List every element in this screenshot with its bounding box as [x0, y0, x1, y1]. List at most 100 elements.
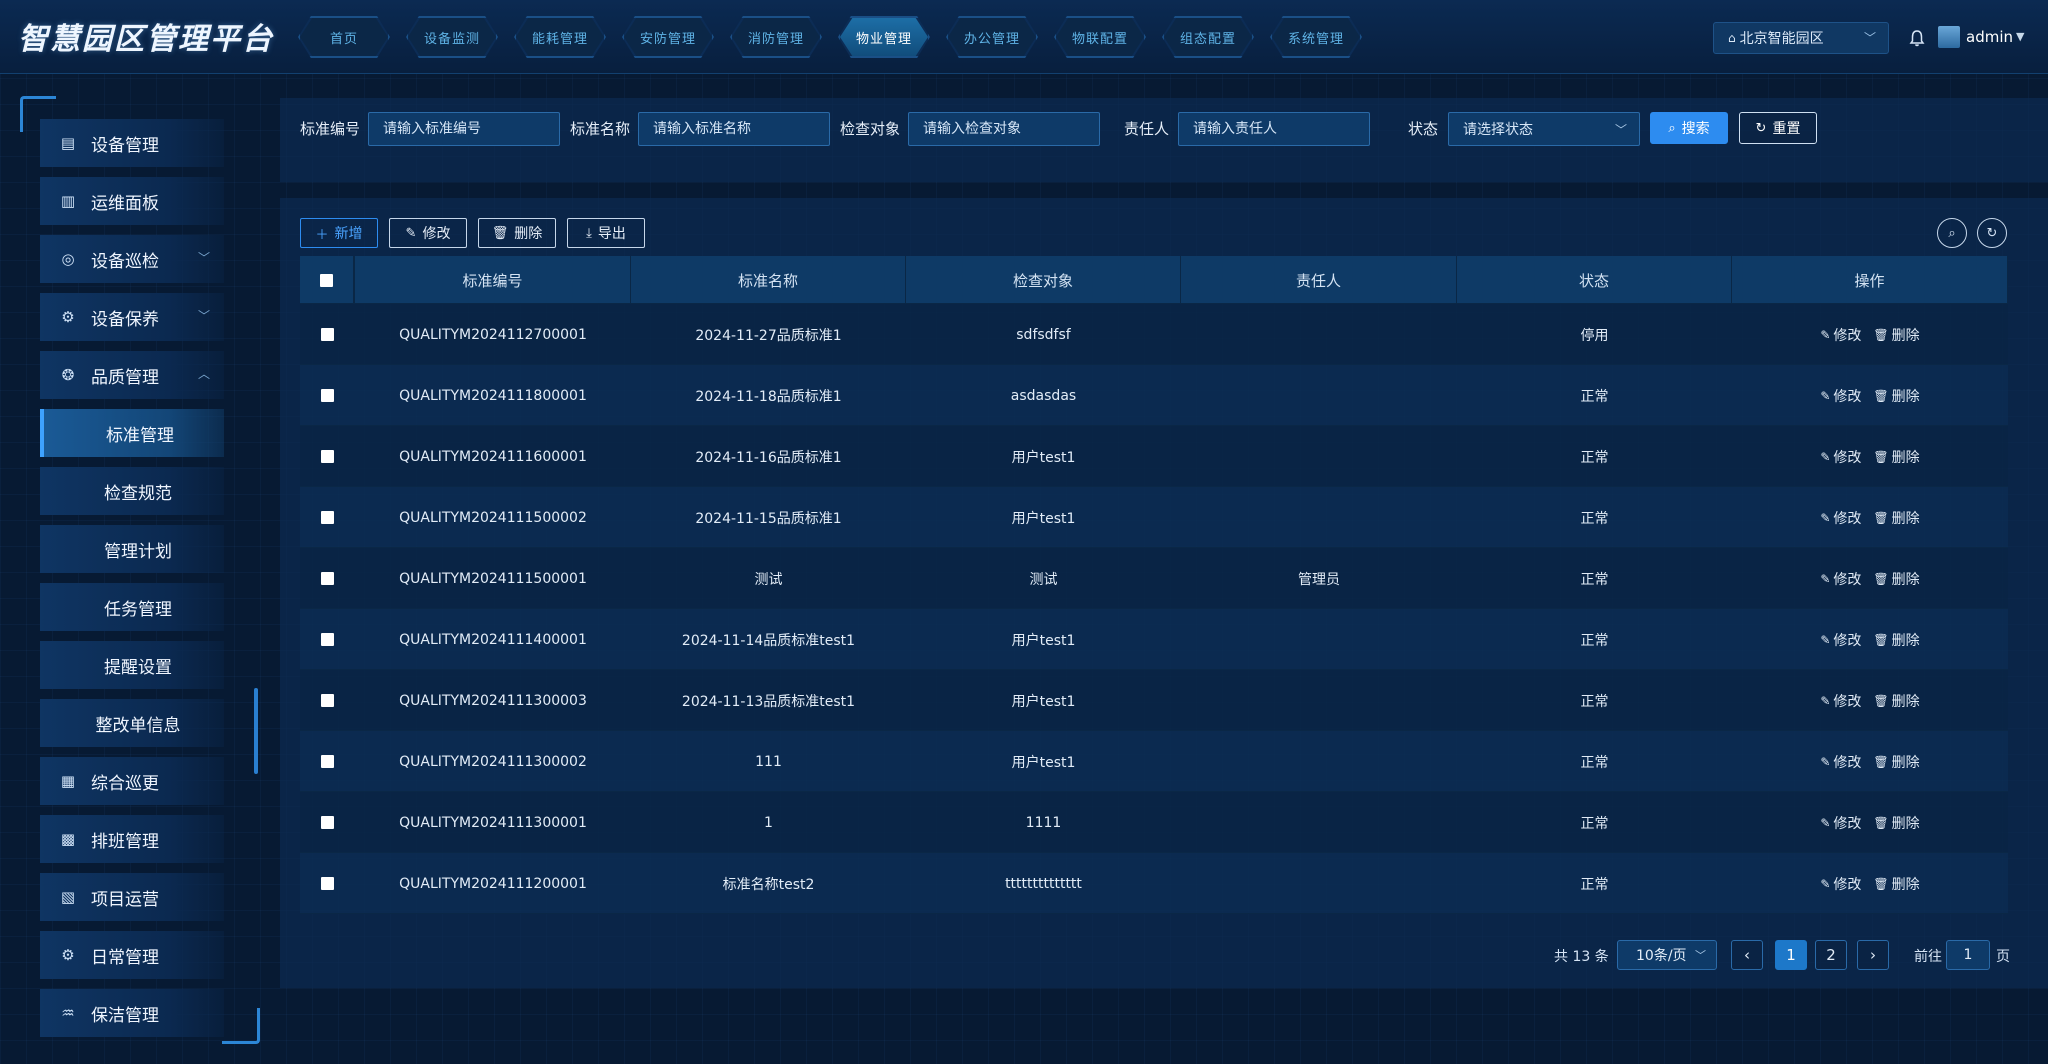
- page-size-select[interactable]: 10条/页 ﹀: [1617, 940, 1717, 970]
- code-input[interactable]: [368, 112, 560, 146]
- table-row[interactable]: QUALITYM2024111400001 2024-11-14品质标准test1…: [300, 609, 2008, 670]
- prev-page-button[interactable]: ‹: [1731, 940, 1763, 970]
- sidebar-item[interactable]: ▤ 设备管理: [40, 119, 224, 167]
- sidebar-item[interactable]: ⚙ 设备保养 ﹀: [40, 293, 224, 341]
- row-delete-button[interactable]: 🗑 删除: [1873, 813, 1919, 833]
- row-checkbox[interactable]: [321, 450, 334, 463]
- sidebar-item[interactable]: ⚙ 日常管理: [40, 931, 224, 979]
- row-delete-button[interactable]: 🗑 删除: [1873, 508, 1919, 528]
- sidebar-scrollbar[interactable]: [254, 688, 258, 774]
- sidebar-subitem[interactable]: 整改单信息: [40, 699, 224, 747]
- row-checkbox[interactable]: [321, 694, 334, 707]
- next-page-button[interactable]: ›: [1857, 940, 1889, 970]
- nav-item-5[interactable]: 物业管理: [838, 16, 930, 58]
- row-delete-button[interactable]: 🗑 删除: [1873, 691, 1919, 711]
- object-input[interactable]: [908, 112, 1100, 146]
- row-edit-button[interactable]: ✎ 修改: [1820, 569, 1861, 589]
- row-edit-button[interactable]: ✎ 修改: [1820, 813, 1861, 833]
- sidebar-subitem[interactable]: 管理计划: [40, 525, 224, 573]
- row-checkbox[interactable]: [321, 328, 334, 341]
- row-checkbox[interactable]: [321, 633, 334, 646]
- toggle-search-button[interactable]: ⌕: [1937, 218, 1967, 248]
- row-checkbox[interactable]: [321, 816, 334, 829]
- goto-page-input[interactable]: [1946, 940, 1990, 970]
- status-select[interactable]: 请选择状态 ﹀: [1448, 112, 1640, 146]
- row-edit-button[interactable]: ✎ 修改: [1820, 691, 1861, 711]
- nav-item-label: 办公管理: [963, 31, 1020, 47]
- table-row[interactable]: QUALITYM2024111600001 2024-11-16品质标准1 用户te…: [300, 426, 2008, 487]
- select-all-checkbox[interactable]: [320, 273, 333, 287]
- caret-down-icon[interactable]: ▼: [2016, 30, 2024, 43]
- sidebar-item[interactable]: ▧ 项目运营: [40, 873, 224, 921]
- row-checkbox[interactable]: [321, 389, 334, 402]
- page-button-2[interactable]: 2: [1815, 940, 1847, 970]
- row-edit-button[interactable]: ✎ 修改: [1820, 386, 1861, 406]
- row-delete-button[interactable]: 🗑 删除: [1873, 874, 1919, 894]
- column-header-owner: 责任人: [1181, 256, 1457, 304]
- table-row[interactable]: QUALITYM2024111200001 标准名称test2 tttttttttt…: [300, 853, 2008, 914]
- export-button[interactable]: ⤓ 导出: [567, 218, 645, 248]
- table-row[interactable]: QUALITYM2024111300002 111 用户test1 正常 ✎ 修改 🗑 删除: [300, 731, 2008, 792]
- region-select[interactable]: ⌂ 北京智能园区 ﹀: [1713, 22, 1889, 54]
- edit-button[interactable]: ✎ 修改: [389, 218, 467, 248]
- row-edit-button[interactable]: ✎ 修改: [1820, 447, 1861, 467]
- owner-input[interactable]: [1178, 112, 1370, 146]
- sidebar-subitem[interactable]: 任务管理: [40, 583, 224, 631]
- cell-object: 用户test1: [1011, 449, 1076, 466]
- row-delete-button[interactable]: 🗑 删除: [1873, 325, 1919, 345]
- row-checkbox[interactable]: [321, 572, 334, 585]
- page-button-1[interactable]: 1: [1775, 940, 1807, 970]
- table-row[interactable]: QUALITYM2024111300003 2024-11-13品质标准test1…: [300, 670, 2008, 731]
- row-delete-button-label: 删除: [1891, 388, 1920, 405]
- refresh-button[interactable]: ↻: [1977, 218, 2007, 248]
- sidebar-item[interactable]: ▩ 排班管理: [40, 815, 224, 863]
- row-edit-button[interactable]: ✎ 修改: [1820, 508, 1861, 528]
- nav-item-8[interactable]: 组态配置: [1162, 16, 1254, 58]
- nav-item-1[interactable]: 设备监测: [406, 16, 498, 58]
- row-delete-button[interactable]: 🗑 删除: [1873, 386, 1919, 406]
- bell-icon[interactable]: [1908, 28, 1926, 48]
- reset-button[interactable]: ↻ 重置: [1739, 112, 1817, 144]
- edit-icon: ✎: [1820, 327, 1831, 342]
- sidebar-item[interactable]: ▥ 运维面板: [40, 177, 224, 225]
- sidebar-subitem[interactable]: 检查规范: [40, 467, 224, 515]
- cell-owner: [1181, 670, 1457, 731]
- table-row[interactable]: QUALITYM2024111500001 测试 测试 管理员 正常 ✎ 修改 🗑 删除: [300, 548, 2008, 609]
- search-button[interactable]: ⌕ 搜索: [1650, 112, 1728, 144]
- sidebar-item[interactable]: ◎ 设备巡检 ﹀: [40, 235, 224, 283]
- table-row[interactable]: QUALITYM2024112700001 2024-11-27品质标准1 sdfs…: [300, 304, 2008, 365]
- name-input[interactable]: [638, 112, 830, 146]
- row-edit-button[interactable]: ✎ 修改: [1820, 630, 1861, 650]
- row-delete-button[interactable]: 🗑 删除: [1873, 752, 1919, 772]
- cell-code: QUALITYM2024111800001: [399, 387, 587, 404]
- sidebar-subitem[interactable]: 标准管理: [40, 409, 224, 457]
- add-button[interactable]: ＋ 新增: [300, 218, 378, 248]
- sidebar-item[interactable]: ❂ 品质管理 ︿: [40, 351, 224, 399]
- row-delete-button[interactable]: 🗑 删除: [1873, 569, 1919, 589]
- sidebar-subitem[interactable]: 提醒设置: [40, 641, 224, 689]
- nav-item-2[interactable]: 能耗管理: [514, 16, 606, 58]
- row-edit-button[interactable]: ✎ 修改: [1820, 752, 1861, 772]
- sidebar-item[interactable]: ♒ 保洁管理: [40, 989, 224, 1037]
- row-delete-button[interactable]: 🗑 删除: [1873, 630, 1919, 650]
- row-checkbox[interactable]: [321, 877, 334, 890]
- table-row[interactable]: QUALITYM2024111300001 1 1111 正常 ✎ 修改 🗑 删除: [300, 792, 2008, 853]
- nav-item-6[interactable]: 办公管理: [946, 16, 1038, 58]
- row-checkbox[interactable]: [321, 755, 334, 768]
- nav-item-0[interactable]: 首页: [298, 16, 390, 58]
- sidebar-item[interactable]: ▦ 综合巡更: [40, 757, 224, 805]
- delete-button[interactable]: 🗑 删除: [478, 218, 556, 248]
- table-row[interactable]: QUALITYM2024111800001 2024-11-18品质标准1 asda…: [300, 365, 2008, 426]
- nav-item-4[interactable]: 消防管理: [730, 16, 822, 58]
- nav-item-9[interactable]: 系统管理: [1270, 16, 1362, 58]
- row-edit-button[interactable]: ✎ 修改: [1820, 874, 1861, 894]
- username[interactable]: admin: [1966, 28, 2013, 46]
- nav-item-7[interactable]: 物联配置: [1054, 16, 1146, 58]
- row-checkbox[interactable]: [321, 511, 334, 524]
- top-nav: 首页 设备监测 能耗管理 安防管理 消防管理 物业管理 办公管理 物联配置 组态配置 系统管理: [298, 16, 1378, 58]
- nav-item-3[interactable]: 安防管理: [622, 16, 714, 58]
- row-edit-button[interactable]: ✎ 修改: [1820, 325, 1861, 345]
- avatar[interactable]: [1938, 26, 1960, 48]
- row-delete-button[interactable]: 🗑 删除: [1873, 447, 1919, 467]
- table-row[interactable]: QUALITYM2024111500002 2024-11-15品质标准1 用户te…: [300, 487, 2008, 548]
